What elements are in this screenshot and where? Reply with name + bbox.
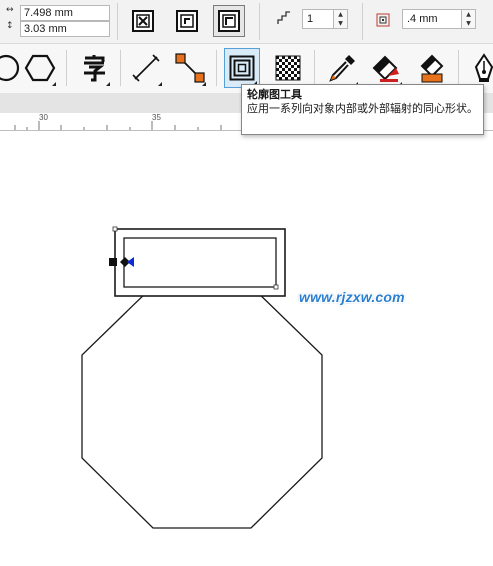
- property-bar: ↔ 7.498 mm ↕ 3.03 mm 1 ▲ ▼ .4 mm ▲ ▼: [0, 0, 493, 43]
- width-arrows-icon: ↔: [6, 5, 14, 15]
- width-input[interactable]: 7.498 mm: [20, 5, 110, 21]
- separator: [458, 50, 459, 86]
- watermark: www.rjzxw.com: [299, 289, 405, 305]
- contour-to-center-button[interactable]: [127, 5, 159, 37]
- interactive-fill-tool[interactable]: [368, 48, 404, 88]
- flyout-indicator: [52, 82, 56, 86]
- contour-start-handle[interactable]: [109, 258, 117, 266]
- contour-offset-input[interactable]: .4 mm: [402, 9, 462, 29]
- separator: [314, 50, 315, 86]
- selection-handle[interactable]: [112, 226, 118, 232]
- contour-outer-rectangle[interactable]: [114, 228, 286, 297]
- separator: [117, 3, 118, 40]
- ruler-label: 30: [39, 113, 48, 122]
- connector-tool[interactable]: [172, 48, 208, 88]
- connector-tool-icon: [175, 53, 205, 83]
- parallel-dimension-tool-icon: [132, 54, 160, 82]
- separator: [362, 3, 363, 40]
- transparency-tool-icon: [275, 55, 301, 81]
- contour-offset-spinner[interactable]: ▲ ▼: [462, 9, 476, 29]
- tooltip-title: 轮廓图工具: [247, 88, 302, 101]
- ruler-label: 35: [152, 113, 161, 122]
- drawing-canvas[interactable]: [0, 131, 493, 566]
- separator: [120, 50, 121, 86]
- height-arrows-icon: ↕: [6, 21, 14, 31]
- selection-handle[interactable]: [273, 284, 279, 290]
- tooltip: 轮廓图工具 应用一系列向对象内部或外部辐射的同心形状。: [241, 84, 484, 135]
- contour-tool[interactable]: [224, 48, 260, 88]
- parallel-dimension-tool[interactable]: [128, 48, 164, 88]
- flyout-indicator: [202, 82, 206, 86]
- octagon-shape[interactable]: [81, 285, 323, 529]
- contour-inside-icon: [176, 10, 198, 32]
- contour-tool-icon: [229, 55, 255, 81]
- contour-outside-icon: [218, 10, 240, 32]
- contour-to-center-icon: [132, 10, 154, 32]
- contour-inside-button[interactable]: [171, 5, 203, 37]
- ellipse-tool-icon: [0, 54, 20, 82]
- pen-tool-icon: [474, 53, 493, 82]
- pen-tool[interactable]: [466, 48, 493, 88]
- smart-fill-tool[interactable]: [414, 48, 450, 88]
- ellipse-tool[interactable]: [0, 48, 24, 88]
- text-tool-icon: [84, 55, 105, 82]
- eyedropper-tool-icon: [329, 55, 355, 82]
- height-input[interactable]: 3.03 mm: [20, 21, 110, 37]
- transparency-tool[interactable]: [270, 48, 306, 88]
- tooltip-description: 应用一系列向对象内部或外部辐射的同心形状。: [247, 102, 478, 115]
- contour-offset-icon: [376, 12, 390, 31]
- text-tool[interactable]: [76, 48, 112, 88]
- separator: [259, 3, 260, 40]
- eyedropper-tool[interactable]: [324, 48, 360, 88]
- contour-steps-spinner[interactable]: ▲ ▼: [334, 9, 348, 29]
- contour-steps-input[interactable]: 1: [302, 9, 334, 29]
- interactive-fill-tool-icon: [372, 55, 399, 82]
- separator: [66, 50, 67, 86]
- flyout-indicator: [158, 82, 162, 86]
- polygon-tool[interactable]: [22, 48, 58, 88]
- contour-outside-button[interactable]: [213, 5, 245, 37]
- flyout-indicator: [106, 82, 110, 86]
- polygon-tool-icon: [24, 54, 56, 82]
- contour-steps-icon: [276, 10, 292, 30]
- separator: [216, 50, 217, 86]
- smart-fill-tool-icon: [420, 54, 444, 83]
